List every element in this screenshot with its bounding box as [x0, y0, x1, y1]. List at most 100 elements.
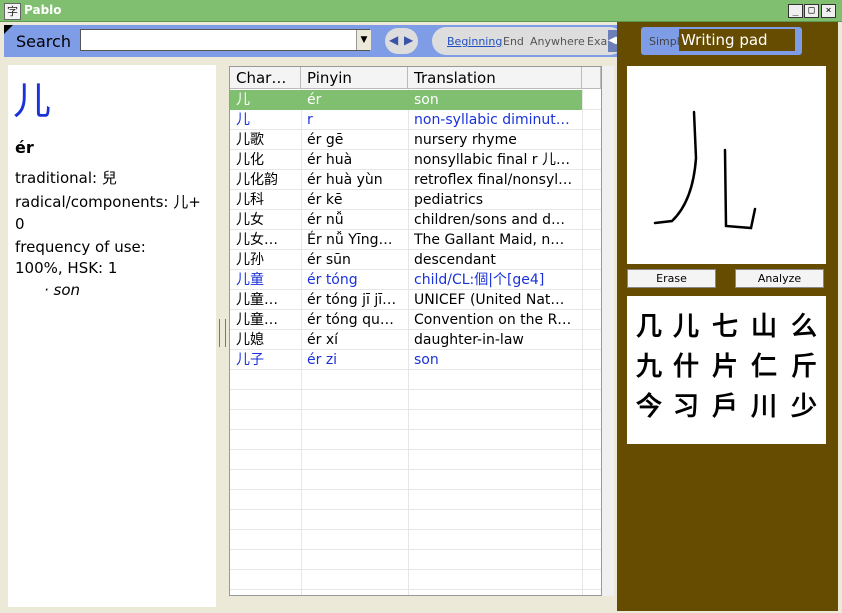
candidate-character[interactable]: 儿 [668, 306, 704, 343]
cell-char: 儿化韵 [236, 172, 278, 188]
cell-char: 儿科 [236, 192, 264, 208]
column-divider [582, 89, 583, 595]
window-title: Pablo [24, 3, 62, 17]
cell-char: 儿歌 [236, 132, 264, 148]
stroke-2 [723, 148, 757, 230]
table-row-grid [230, 490, 601, 510]
cell-translation: The Gallant Maid, n… [414, 232, 565, 248]
mode-beginning[interactable]: Beginning [447, 35, 502, 48]
cell-translation: UNICEF (United Nat… [414, 292, 565, 308]
cell-pinyin: ér [307, 92, 322, 108]
simplified-toggle[interactable]: Simpl [649, 35, 680, 48]
detail-radical-count: 0 [15, 215, 25, 233]
candidate-character[interactable]: 九 [631, 346, 667, 383]
column-header-translation[interactable]: Translation [408, 67, 582, 89]
title-bar: 字 Pablo _ □ × [0, 0, 842, 22]
corner-marker [4, 25, 13, 34]
column-header-pinyin[interactable]: Pinyin [301, 67, 408, 89]
cell-pinyin: ér zi [307, 352, 338, 368]
cell-translation: children/sons and d… [414, 212, 566, 228]
cell-pinyin: ér gē [307, 132, 344, 148]
cell-char: 儿孙 [236, 252, 264, 268]
table-row-grid [230, 430, 601, 450]
prev-arrow-icon[interactable]: ◀ [389, 33, 398, 47]
cell-pinyin: ér huà [307, 152, 353, 168]
candidate-character[interactable]: 片 [707, 346, 743, 383]
cell-translation: son [414, 352, 439, 368]
cell-pinyin: ér nǚ [307, 212, 344, 228]
column-header-char[interactable]: Char… [230, 67, 301, 89]
cell-pinyin: r [307, 112, 313, 128]
mode-exact[interactable]: Exa [587, 35, 607, 48]
cell-char: 儿女… [236, 232, 278, 248]
analyze-button[interactable]: Analyze [735, 269, 824, 288]
table-row-grid [230, 510, 601, 530]
cell-pinyin: ér sūn [307, 252, 351, 268]
detail-frequency-label: frequency of use: [15, 238, 146, 256]
maximize-button[interactable]: □ [804, 4, 819, 18]
detail-character: 儿 [13, 79, 52, 123]
cell-char: 儿童… [236, 312, 278, 328]
cell-pinyin: ér tóng qu… [307, 312, 394, 328]
candidate-character[interactable]: 七 [707, 306, 743, 343]
cell-translation: pediatrics [414, 192, 483, 208]
cell-pinyin: ér tóng jī jī… [307, 292, 397, 308]
cell-pinyin: ér tóng [307, 272, 358, 288]
cell-char: 儿子 [236, 352, 264, 368]
table-scrollbar[interactable] [602, 66, 614, 596]
candidate-character[interactable]: 山 [746, 306, 782, 343]
candidate-character[interactable]: 什 [668, 346, 704, 383]
candidate-character[interactable]: 少 [786, 386, 822, 423]
mode-end[interactable]: End [503, 35, 524, 48]
detail-frequency: 100%, HSK: 1 [15, 259, 118, 277]
candidate-character[interactable]: 川 [746, 386, 782, 423]
cell-translation: non-syllabic diminut… [414, 112, 570, 128]
table-row-grid [230, 410, 601, 430]
search-label: Search [16, 32, 71, 51]
table-row-grid [230, 530, 601, 550]
cell-translation: child/CL:個|个[ge4] [414, 272, 545, 288]
drawing-canvas[interactable] [627, 66, 826, 264]
cell-translation: nonsyllabic final r 儿… [414, 152, 570, 168]
mode-anywhere[interactable]: Anywhere [530, 35, 585, 48]
cell-pinyin: ér kē [307, 192, 343, 208]
cell-char: 儿女 [236, 212, 264, 228]
close-button[interactable]: × [821, 4, 836, 18]
detail-traditional: traditional: 兒 [15, 169, 117, 187]
table-row-grid [230, 370, 601, 390]
chevron-down-icon[interactable]: ▼ [356, 30, 371, 50]
candidate-character[interactable]: 么 [786, 306, 822, 343]
cell-char: 儿童… [236, 292, 278, 308]
detail-pane [8, 65, 216, 607]
candidate-character[interactable]: 戶 [707, 386, 743, 423]
cell-pinyin: ér xí [307, 332, 338, 348]
pane-splitter[interactable] [219, 319, 226, 347]
candidate-character[interactable]: 今 [631, 386, 667, 423]
cell-translation: retroflex final/nonsyl… [414, 172, 573, 188]
cell-translation: son [414, 92, 439, 108]
search-input[interactable] [80, 29, 370, 51]
table-row-grid [230, 390, 601, 410]
cell-char: 儿媳 [236, 332, 264, 348]
table-row-grid [230, 470, 601, 490]
candidate-character[interactable]: 斤 [786, 346, 822, 383]
stroke-1 [653, 110, 698, 225]
next-arrow-icon[interactable]: ▶ [404, 33, 413, 47]
cell-char: 儿化 [236, 152, 264, 168]
table-row-grid [230, 550, 601, 570]
minimize-button[interactable]: _ [788, 4, 803, 18]
detail-pinyin: ér [15, 138, 34, 157]
candidate-character[interactable]: 仁 [746, 346, 782, 383]
writing-pad-label: Writing pad [679, 29, 795, 51]
erase-button[interactable]: Erase [627, 269, 716, 288]
cell-char: 儿 [236, 92, 250, 108]
cell-translation: nursery rhyme [414, 132, 517, 148]
cell-translation: descendant [414, 252, 496, 268]
cell-translation: daughter-in-law [414, 332, 524, 348]
cell-pinyin: Ér nǚ Yīng… [307, 232, 393, 248]
detail-radical: radical/components: 儿+ [15, 193, 201, 211]
detail-meaning: · son [44, 281, 81, 299]
candidate-character[interactable]: 几 [631, 306, 667, 343]
cell-char: 儿童 [236, 272, 264, 288]
candidate-character[interactable]: 习 [668, 386, 704, 423]
